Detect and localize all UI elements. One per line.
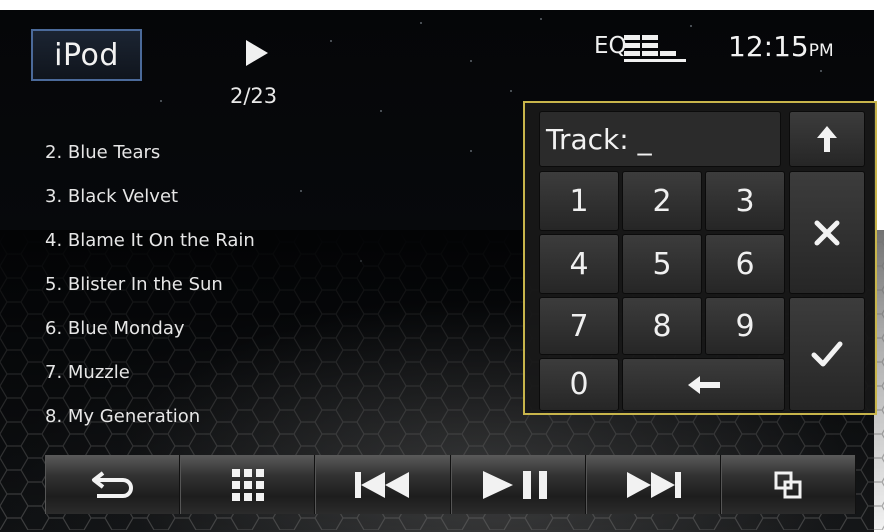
next-track-button[interactable] [585, 455, 721, 514]
track-list-item[interactable]: 5. Blister In the Sun [45, 270, 255, 314]
track-list-item[interactable]: 3. Black Velvet [45, 182, 255, 226]
source-button-ipod[interactable]: iPod [31, 29, 142, 81]
back-arrow-icon [91, 470, 133, 498]
digit-7-button[interactable]: 7 [539, 297, 619, 355]
digit-1-button[interactable]: 1 [539, 171, 619, 231]
page-up-button[interactable] [789, 111, 865, 167]
confirm-button[interactable] [789, 297, 865, 411]
bottom-control-bar [45, 455, 857, 514]
track-number-field[interactable]: Track: _ [539, 111, 781, 167]
digit-0-button[interactable]: 0 [539, 358, 619, 411]
eq-icon[interactable] [624, 33, 686, 65]
track-list-item[interactable]: 7. Muzzle [45, 358, 255, 402]
digit-6-button[interactable]: 6 [705, 234, 785, 294]
clock-ampm: PM [808, 41, 834, 61]
clock: 12:15PM [728, 30, 834, 63]
backspace-button[interactable] [622, 358, 785, 411]
digit-8-button[interactable]: 8 [622, 297, 702, 355]
menu-grid-button[interactable] [180, 455, 316, 514]
eq-label[interactable]: EQ [594, 33, 627, 59]
head-unit-screen: iPod 2/23 EQ 12:15PM 2. Blue Tears 3. Bl… [0, 0, 884, 532]
skip-back-icon [354, 471, 409, 498]
digit-5-button[interactable]: 5 [622, 234, 702, 294]
play-status-icon [246, 40, 268, 66]
play-pause-icon [483, 470, 548, 499]
back-button[interactable] [45, 455, 181, 514]
track-list-item[interactable]: 6. Blue Monday [45, 314, 255, 358]
track-list-item[interactable]: 8. My Generation [45, 402, 255, 446]
digit-2-button[interactable]: 2 [622, 171, 702, 231]
checkmark-icon [811, 341, 843, 367]
play-pause-button[interactable] [450, 455, 586, 514]
digit-9-button[interactable]: 9 [705, 297, 785, 355]
window-switch-icon [774, 471, 802, 498]
grid-menu-icon [231, 468, 264, 501]
arrow-left-icon [687, 375, 720, 394]
clock-time: 12:15 [728, 30, 809, 63]
digit-3-button[interactable]: 3 [705, 171, 785, 231]
close-icon [814, 220, 840, 245]
top-frame [0, 0, 884, 10]
clear-button[interactable] [789, 171, 865, 294]
track-position: 2/23 [230, 84, 278, 108]
track-list-item[interactable]: 4. Blame It On the Rain [45, 226, 255, 270]
track-list-item[interactable]: 2. Blue Tears [45, 138, 255, 182]
track-number-keypad: Track: _ 1 2 3 4 5 6 7 8 9 0 [523, 101, 877, 415]
previous-track-button[interactable] [315, 455, 451, 514]
track-list: 2. Blue Tears 3. Black Velvet 4. Blame I… [45, 138, 255, 446]
skip-forward-icon [627, 471, 682, 498]
window-switch-button[interactable] [720, 455, 857, 514]
arrow-up-icon [817, 126, 837, 152]
digit-4-button[interactable]: 4 [539, 234, 619, 294]
